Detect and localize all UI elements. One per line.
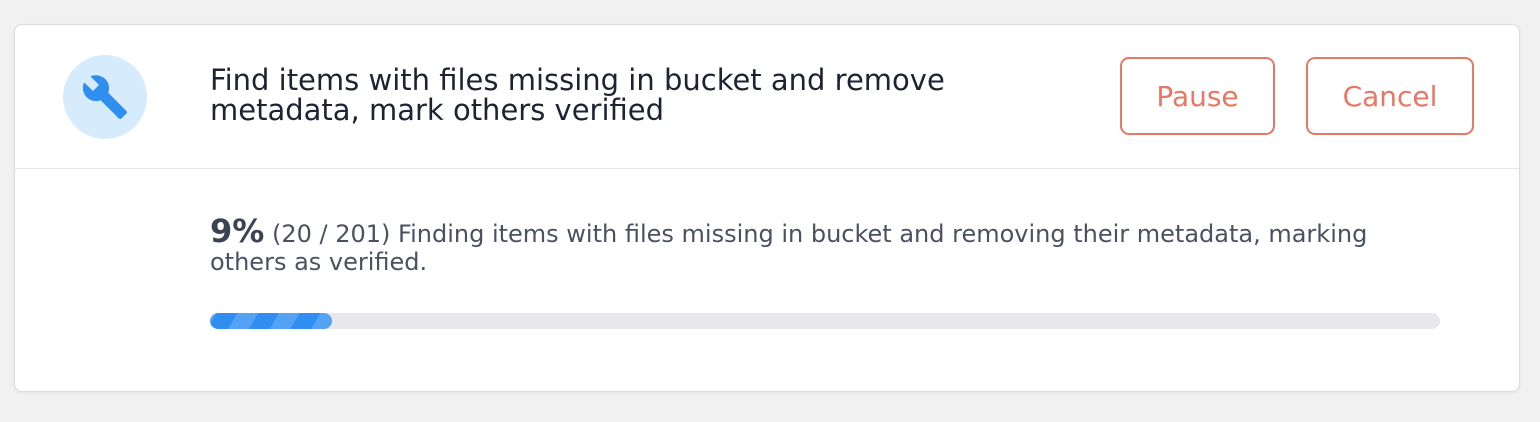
progress-bar-fill (210, 313, 333, 329)
progress-status: 9% (20 / 201) Finding items with files m… (210, 215, 1450, 276)
progress-percent: 9% (210, 212, 265, 250)
wrench-icon (82, 75, 127, 119)
task-icon-badge (63, 55, 147, 139)
progress-section: 9% (20 / 201) Finding items with files m… (210, 215, 1450, 329)
task-card: Find items with files missing in bucket … (14, 24, 1520, 392)
cancel-button[interactable]: Cancel (1306, 57, 1474, 135)
task-header: Find items with files missing in bucket … (15, 25, 1519, 169)
progress-count: (20 / 201) (271, 220, 391, 248)
task-title: Find items with files missing in bucket … (210, 63, 945, 127)
progress-bar (210, 313, 1440, 329)
pause-button[interactable]: Pause (1120, 57, 1275, 135)
